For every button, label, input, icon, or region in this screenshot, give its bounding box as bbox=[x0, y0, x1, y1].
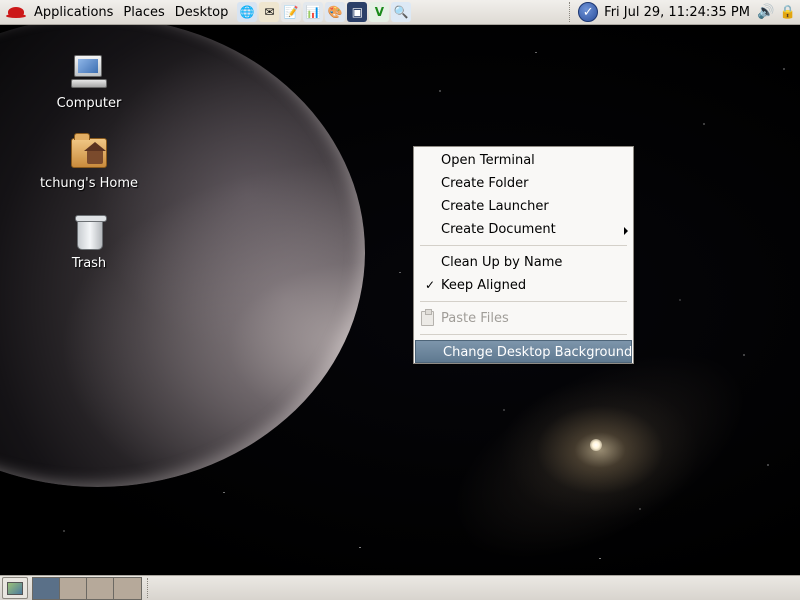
writer-launcher[interactable]: 📝 bbox=[281, 2, 302, 22]
menu-item-label: Change Desktop Background bbox=[443, 345, 633, 360]
workspace-1[interactable] bbox=[33, 577, 60, 599]
desktop-icon-home[interactable]: tchung's Home bbox=[34, 132, 144, 191]
clock[interactable]: Fri Jul 29, 11:24:35 PM bbox=[604, 5, 750, 20]
computer-icon bbox=[69, 52, 109, 92]
email-icon: ✉ bbox=[264, 5, 275, 19]
lock-icon[interactable]: 🔒 bbox=[780, 2, 796, 22]
desktop-icon-computer[interactable]: Computer bbox=[34, 52, 144, 111]
paste-icon bbox=[421, 309, 434, 326]
search-launcher[interactable]: 🔍 bbox=[391, 2, 412, 22]
panel-separator bbox=[569, 2, 572, 22]
menu-item-open-terminal[interactable]: Open Terminal bbox=[414, 149, 633, 172]
vnc-icon: V bbox=[374, 5, 385, 19]
menu-applications[interactable]: Applications bbox=[29, 0, 118, 25]
volume-icon[interactable]: 🔊 bbox=[756, 2, 776, 22]
web-browser-launcher[interactable]: 🌐 bbox=[237, 2, 258, 22]
distant-sun-glow bbox=[500, 380, 700, 520]
menu-item-clean-up-by-name[interactable]: Clean Up by Name bbox=[414, 251, 633, 274]
menu-item-label: Create Document bbox=[441, 222, 556, 237]
software-update-icon[interactable]: ✓ bbox=[578, 2, 599, 22]
search-icon: 🔍 bbox=[393, 5, 409, 19]
desktop-icon-label: Trash bbox=[71, 256, 107, 271]
menu-item-label: Paste Files bbox=[441, 311, 509, 326]
desktop-icon-label: tchung's Home bbox=[39, 176, 139, 191]
panel-launchers: 🌐 ✉ 📝 📊 🎨 ▣ V 🔍 bbox=[237, 2, 413, 22]
menu-item-change-desktop-background[interactable]: Change Desktop Background bbox=[415, 340, 632, 363]
menu-item-keep-aligned[interactable]: ✓ Keep Aligned bbox=[414, 274, 633, 297]
submenu-arrow-icon bbox=[624, 227, 628, 235]
menu-item-create-launcher[interactable]: Create Launcher bbox=[414, 195, 633, 218]
panel-separator bbox=[147, 578, 150, 598]
menu-item-paste-files: Paste Files bbox=[414, 307, 633, 330]
show-desktop-button[interactable] bbox=[2, 577, 28, 599]
menu-places[interactable]: Places bbox=[118, 0, 169, 25]
email-launcher[interactable]: ✉ bbox=[259, 2, 280, 22]
desktop-context-menu: Open Terminal Create Folder Create Launc… bbox=[413, 146, 634, 364]
menu-item-label: Create Launcher bbox=[441, 199, 549, 214]
globe-icon: 🌐 bbox=[239, 5, 255, 19]
drawing-launcher[interactable]: 🎨 bbox=[325, 2, 346, 22]
top-panel: Applications Places Desktop 🌐 ✉ 📝 📊 🎨 ▣ … bbox=[0, 0, 800, 25]
trash-icon bbox=[69, 212, 109, 252]
desktop-icon-label: Computer bbox=[56, 96, 122, 111]
presentation-launcher[interactable]: 📊 bbox=[303, 2, 324, 22]
workspace-2[interactable] bbox=[60, 577, 87, 599]
workspace-switcher bbox=[32, 576, 142, 600]
workspace-4[interactable] bbox=[114, 577, 141, 599]
menu-item-label: Open Terminal bbox=[441, 153, 535, 168]
writer-icon: 📝 bbox=[283, 5, 299, 19]
redhat-logo-icon bbox=[6, 5, 26, 19]
menu-item-label: Create Folder bbox=[441, 176, 529, 191]
menu-separator bbox=[420, 301, 627, 302]
menu-separator bbox=[420, 334, 627, 335]
vnc-launcher[interactable]: V bbox=[369, 2, 390, 22]
menu-item-label: Keep Aligned bbox=[441, 278, 527, 293]
menu-item-create-folder[interactable]: Create Folder bbox=[414, 172, 633, 195]
drawing-icon: 🎨 bbox=[327, 5, 343, 19]
distant-sun bbox=[590, 439, 602, 451]
terminal-launcher[interactable]: ▣ bbox=[347, 2, 368, 22]
menu-item-label: Clean Up by Name bbox=[441, 255, 563, 270]
home-folder-icon bbox=[69, 132, 109, 172]
checkmark-icon: ✓ bbox=[425, 278, 436, 292]
workspace-3[interactable] bbox=[87, 577, 114, 599]
bottom-panel bbox=[0, 575, 800, 600]
show-desktop-icon bbox=[7, 581, 23, 595]
menu-separator bbox=[420, 245, 627, 246]
menu-desktop[interactable]: Desktop bbox=[170, 0, 234, 25]
menu-item-create-document[interactable]: Create Document bbox=[414, 218, 633, 241]
desktop-icon-trash[interactable]: Trash bbox=[34, 212, 144, 271]
presentation-icon: 📊 bbox=[305, 5, 321, 19]
terminal-icon: ▣ bbox=[351, 5, 364, 19]
